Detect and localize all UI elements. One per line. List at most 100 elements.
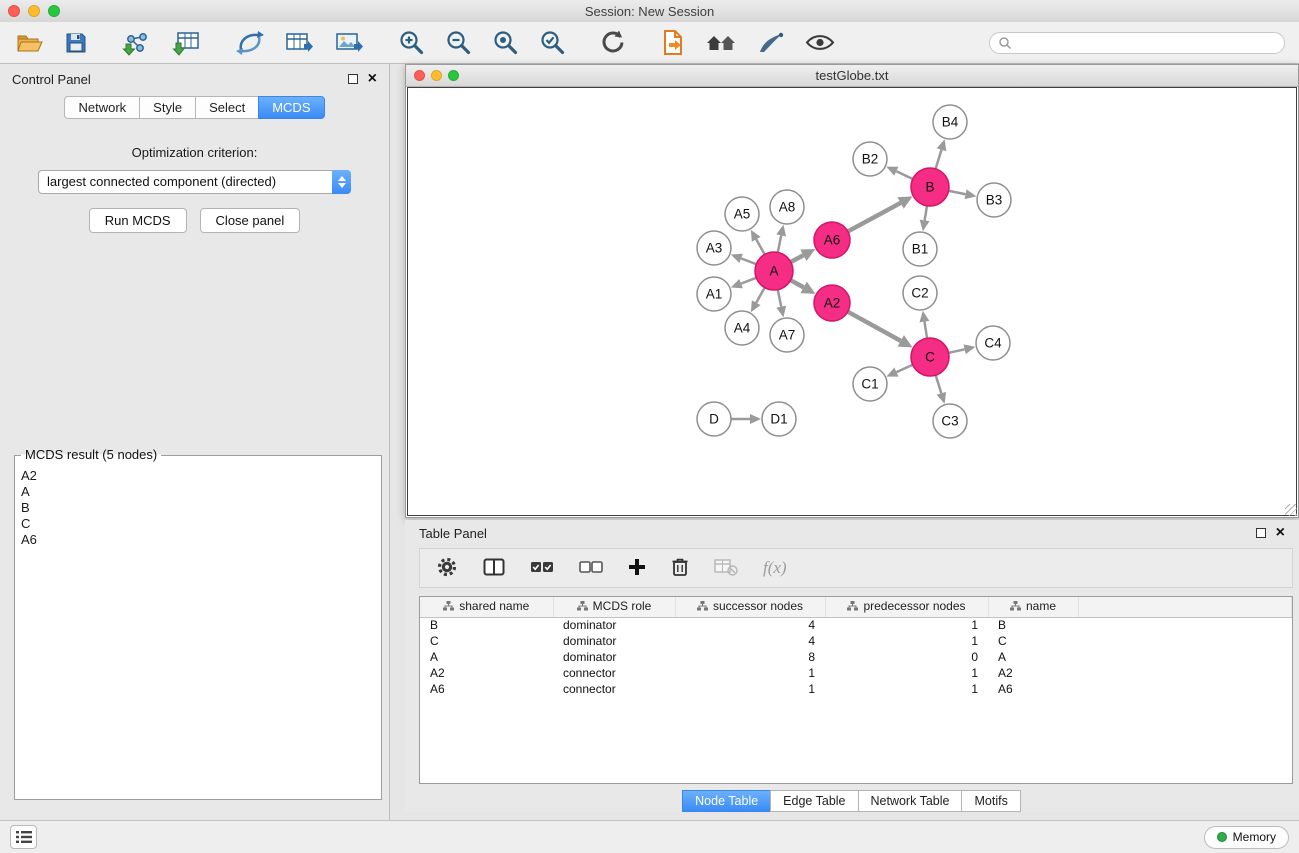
table-cell[interactable]: 8 <box>675 649 825 665</box>
search-input[interactable] <box>1017 36 1276 50</box>
result-item[interactable]: A2 <box>21 468 375 484</box>
tab-node-table[interactable]: Node Table <box>682 790 771 812</box>
table-cell[interactable]: A2 <box>420 665 553 681</box>
table-row[interactable]: A6connector11A6 <box>420 681 1292 697</box>
table-cell[interactable]: 4 <box>675 617 825 633</box>
graph-edge[interactable] <box>936 150 942 169</box>
run-mcds-button[interactable]: Run MCDS <box>89 208 187 233</box>
table-cell[interactable]: A6 <box>420 681 553 697</box>
graph-node-C2[interactable]: C2 <box>903 276 937 310</box>
tab-motifs[interactable]: Motifs <box>961 790 1020 812</box>
graph-node-A4[interactable]: A4 <box>725 311 759 345</box>
graph-node-C1[interactable]: C1 <box>853 367 887 401</box>
function-builder-button[interactable]: f(x) <box>763 558 787 578</box>
graph-node-D[interactable]: D <box>697 402 731 436</box>
graph-edge[interactable] <box>741 278 756 284</box>
table-row[interactable]: Bdominator41B <box>420 617 1292 633</box>
table-cell[interactable]: 1 <box>825 681 988 697</box>
refresh-button[interactable] <box>594 25 633 61</box>
new-network-button[interactable] <box>230 25 270 61</box>
graph-edge[interactable] <box>925 206 927 221</box>
maximize-window-icon[interactable] <box>48 5 60 17</box>
float-table-panel-icon[interactable] <box>1256 528 1266 538</box>
zoom-in-button[interactable] <box>392 25 431 61</box>
resize-grip[interactable] <box>1285 504 1297 516</box>
network-window-titlebar[interactable]: testGlobe.txt <box>406 65 1298 87</box>
tab-network[interactable]: Network <box>64 96 140 119</box>
criterion-dropdown[interactable]: largest connected component (directed) <box>38 170 351 194</box>
select-all-button[interactable] <box>530 560 554 577</box>
tab-style[interactable]: Style <box>139 96 196 119</box>
graph-edge[interactable] <box>778 235 781 252</box>
graph-node-A8[interactable]: A8 <box>770 190 804 224</box>
graph-node-B3[interactable]: B3 <box>977 183 1011 217</box>
column-header-successor-nodes[interactable]: successor nodes <box>675 597 825 617</box>
table-cell[interactable]: C <box>420 633 553 649</box>
show-panels-button[interactable] <box>10 825 37 849</box>
table-cell[interactable]: dominator <box>553 633 675 649</box>
graph-edge[interactable] <box>896 365 912 372</box>
tab-network-table[interactable]: Network Table <box>858 790 963 812</box>
graph-edge[interactable] <box>924 322 927 339</box>
graph-edge[interactable] <box>949 349 965 353</box>
table-cell[interactable]: B <box>420 617 553 633</box>
close-table-panel-icon[interactable]: × <box>1276 528 1285 538</box>
graph-edge[interactable] <box>791 280 804 287</box>
zoom-selected-button[interactable] <box>533 25 572 61</box>
table-cell[interactable]: 1 <box>675 681 825 697</box>
graph-node-A6[interactable]: A6 <box>814 222 850 258</box>
graph-edge[interactable] <box>756 288 765 303</box>
graph-edge[interactable] <box>848 203 901 232</box>
graph-node-A7[interactable]: A7 <box>770 318 804 352</box>
zoom-fit-button[interactable] <box>486 25 525 61</box>
close-view-icon[interactable] <box>414 70 425 81</box>
close-window-icon[interactable] <box>8 5 20 17</box>
close-panel-button[interactable]: Close panel <box>200 208 301 233</box>
zoom-out-button[interactable] <box>439 25 478 61</box>
minimize-window-icon[interactable] <box>28 5 40 17</box>
graph-node-A1[interactable]: A1 <box>697 277 731 311</box>
table-cell[interactable]: A <box>420 649 553 665</box>
tab-mcds[interactable]: MCDS <box>258 96 324 119</box>
graph-edge[interactable] <box>936 375 942 393</box>
table-cell[interactable]: B <box>988 617 1078 633</box>
graph-node-C3[interactable]: C3 <box>933 404 967 438</box>
table-row[interactable]: Adominator80A <box>420 649 1292 665</box>
column-header-mcds-role[interactable]: MCDS role <box>553 597 675 617</box>
table-row[interactable]: Cdominator41C <box>420 633 1292 649</box>
graph-edge[interactable] <box>848 312 901 341</box>
tab-edge-table[interactable]: Edge Table <box>770 790 858 812</box>
table-cell[interactable]: dominator <box>553 617 675 633</box>
table-cell[interactable]: connector <box>553 681 675 697</box>
delete-table-button[interactable] <box>714 558 738 579</box>
graph-node-B[interactable]: B <box>911 168 949 206</box>
graph-edge[interactable] <box>756 239 765 254</box>
export-image-button[interactable] <box>328 25 370 61</box>
result-item[interactable]: B <box>21 500 375 516</box>
table-cell[interactable]: A <box>988 649 1078 665</box>
graph-node-A5[interactable]: A5 <box>725 197 759 231</box>
table-cell[interactable]: 1 <box>825 617 988 633</box>
float-panel-icon[interactable] <box>348 74 358 84</box>
graph-node-C4[interactable]: C4 <box>976 326 1010 360</box>
table-row[interactable]: A2connector11A2 <box>420 665 1292 681</box>
graph-node-A3[interactable]: A3 <box>697 231 731 265</box>
dropdown-stepper-icon[interactable] <box>332 170 351 194</box>
style-brush-button[interactable] <box>751 25 791 61</box>
show-columns-button[interactable] <box>483 558 505 579</box>
column-header-predecessor-nodes[interactable]: predecessor nodes <box>825 597 988 617</box>
graph-edge[interactable] <box>791 255 804 262</box>
table-cell[interactable]: 1 <box>675 665 825 681</box>
memory-button[interactable]: Memory <box>1204 826 1289 849</box>
network-graph[interactable]: AA1A2A3A4A5A6A7A8BB1B2B3B4CC1C2C3C4DD1 <box>408 88 1297 516</box>
table-cell[interactable]: dominator <box>553 649 675 665</box>
table-cell[interactable]: C <box>988 633 1078 649</box>
deselect-all-button[interactable] <box>579 560 603 577</box>
graph-edge[interactable] <box>741 258 756 264</box>
graph-edge[interactable] <box>949 191 966 194</box>
table-cell[interactable]: A2 <box>988 665 1078 681</box>
column-header-name[interactable]: name <box>988 597 1078 617</box>
table-cell[interactable]: 1 <box>825 633 988 649</box>
table-cell[interactable]: connector <box>553 665 675 681</box>
table-cell[interactable]: 1 <box>825 665 988 681</box>
